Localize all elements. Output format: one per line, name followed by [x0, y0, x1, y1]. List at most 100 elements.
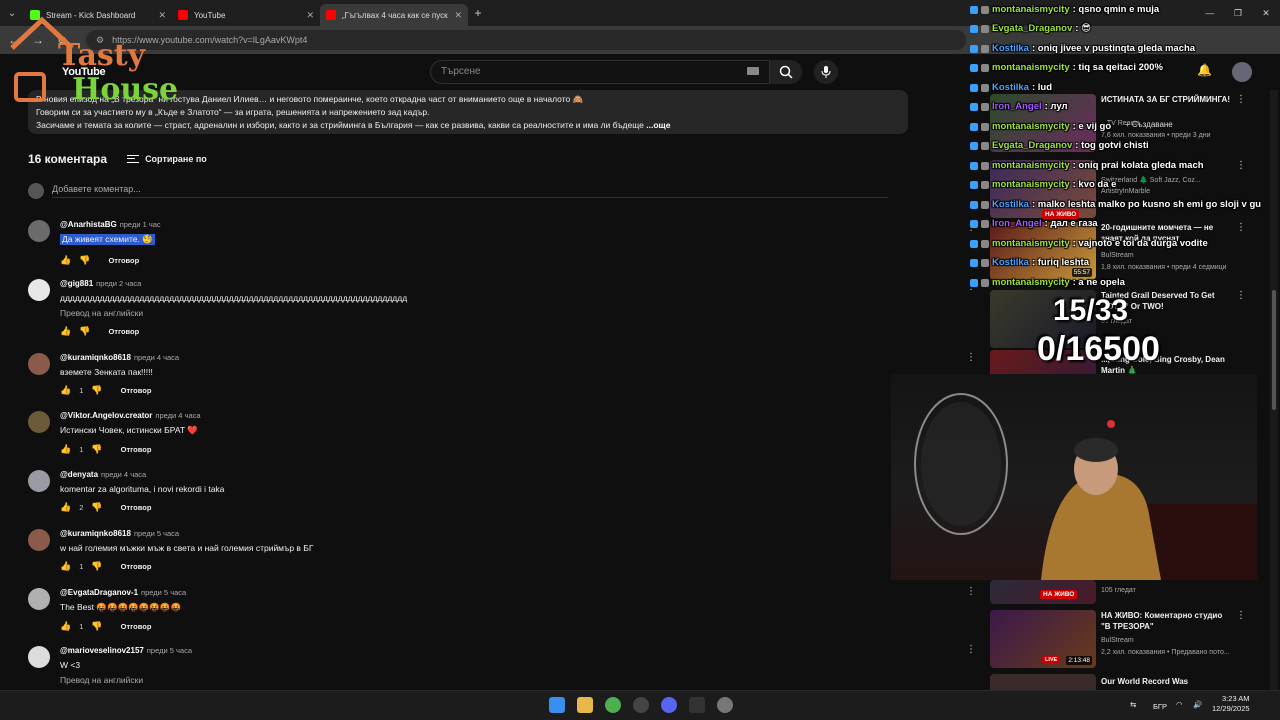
reply-button[interactable]: Отговор [121, 386, 152, 395]
reply-button[interactable]: Отговор [121, 562, 152, 571]
close-tab-icon[interactable]: ✕ [306, 10, 314, 21]
wifi-icon[interactable]: ◠ [1176, 700, 1183, 709]
discord-icon[interactable] [661, 697, 677, 713]
network-icon[interactable]: ⇆ [1130, 700, 1136, 709]
video-thumbnail[interactable]: НА ЖИВО [990, 580, 1096, 604]
comment-author[interactable]: @marioveselinov2157 [60, 646, 144, 655]
dislike-icon[interactable]: 👎 [79, 326, 90, 337]
reply-button[interactable]: Отговор [108, 327, 139, 336]
comment-author[interactable]: @kuramiqnko8618 [60, 353, 131, 362]
like-icon[interactable]: 👍 [60, 502, 71, 513]
file-explorer-icon[interactable] [577, 697, 593, 713]
video-title[interactable]: ИСТИНАТА ЗА БГ СТРИЙМИНГА! [1101, 94, 1233, 105]
avatar[interactable] [28, 279, 50, 301]
more-options-icon[interactable]: ⋮ [1236, 94, 1246, 105]
sort-button[interactable]: Сортиране по [127, 154, 207, 164]
keyboard-icon[interactable] [747, 67, 759, 75]
related-video[interactable]: НА ЖИВО 55:57 20-годишните момчета — не … [990, 210, 1246, 282]
comment-time[interactable]: преди 5 часа [141, 588, 186, 597]
add-comment-input[interactable]: Добавете коментар... [52, 184, 888, 198]
like-icon[interactable]: 👍 [60, 255, 71, 266]
comment-time[interactable]: преди 4 часа [101, 470, 146, 479]
translate-link[interactable]: Превод на английски [60, 675, 192, 685]
comment-time[interactable]: преди 5 часа [134, 529, 179, 538]
avatar[interactable] [28, 353, 50, 375]
like-icon[interactable]: 👍 [60, 385, 71, 396]
notifications-bell-icon[interactable]: 🔔 [1197, 63, 1212, 77]
like-icon[interactable]: 👍 [60, 621, 71, 632]
comment-time[interactable]: преди 5 часа [147, 646, 192, 655]
start-windows-icon[interactable] [549, 697, 565, 713]
close-window-icon[interactable]: ✕ [1252, 0, 1280, 26]
related-video[interactable]: Our World Record Was [990, 674, 1246, 690]
video-thumbnail[interactable] [990, 674, 1096, 690]
more-options-icon[interactable]: ⋮ [966, 644, 976, 655]
avatar[interactable] [28, 529, 50, 551]
video-channel[interactable]: BulStream [1101, 252, 1134, 259]
show-more-link[interactable]: ...още [646, 120, 670, 130]
like-icon[interactable]: 👍 [60, 444, 71, 455]
search-input[interactable]: Търсене [430, 60, 770, 84]
terminal-icon[interactable] [689, 697, 705, 713]
search-icon [779, 65, 793, 79]
comment-author[interactable]: @denyata [60, 470, 98, 479]
video-title[interactable]: НА ЖИВО: Коментарно студио "В ТРЕЗОРА" [1101, 610, 1233, 632]
translate-link[interactable]: Превод на английски [60, 308, 407, 318]
system-clock[interactable]: 3:23 AM 12/29/2025 [1212, 694, 1250, 714]
comment-time[interactable]: преди 4 часа [155, 411, 200, 420]
like-icon[interactable]: 👍 [60, 561, 71, 572]
page-scrollbar[interactable] [1270, 90, 1278, 690]
video-thumbnail[interactable]: LIVE 2:13:48 [990, 610, 1096, 668]
minimize-icon[interactable]: — [1196, 0, 1224, 26]
reply-button[interactable]: Отговор [121, 445, 152, 454]
video-channel[interactable]: BulStream [1101, 637, 1134, 644]
more-options-icon[interactable]: ⋮ [966, 352, 976, 363]
video-title[interactable]: Our World Record Was [1101, 676, 1233, 687]
more-options-icon[interactable]: ⋮ [1236, 290, 1246, 301]
avatar[interactable] [28, 646, 50, 668]
url-field[interactable]: ⚙ https://www.youtube.com/watch?v=lLgAav… [86, 30, 966, 50]
scrollbar-thumb[interactable] [1272, 290, 1276, 410]
like-icon[interactable]: 👍 [60, 326, 71, 337]
obs-icon[interactable] [633, 697, 649, 713]
reply-button[interactable]: Отговор [108, 256, 139, 265]
avatar[interactable] [28, 588, 50, 610]
language-indicator[interactable]: БГР [1153, 702, 1167, 711]
search-button[interactable] [770, 60, 802, 84]
video-thumbnail[interactable]: НА ЖИВО 55:57 [990, 210, 1096, 280]
close-tab-icon[interactable]: ✕ [454, 10, 462, 21]
account-avatar[interactable] [1232, 62, 1252, 82]
more-options-icon[interactable]: ⋮ [1236, 610, 1246, 621]
comment-time[interactable]: преди 4 часа [134, 353, 179, 362]
comment-author[interactable]: @Viktor.Angelov.creator [60, 411, 152, 420]
avatar[interactable] [28, 220, 50, 242]
volume-icon[interactable]: 🔊 [1193, 700, 1202, 709]
more-options-icon[interactable]: ⋮ [1236, 160, 1246, 171]
new-tab-button[interactable]: + [468, 6, 488, 20]
maximize-icon[interactable]: ❐ [1224, 0, 1252, 26]
more-options-icon[interactable]: ⋮ [1236, 222, 1246, 233]
settings-gear-icon[interactable] [717, 697, 733, 713]
tab-youtube[interactable]: YouTube ✕ [172, 4, 320, 26]
comment-author[interactable]: @gig881 [60, 279, 93, 288]
dislike-icon[interactable]: 👎 [91, 561, 102, 572]
related-video[interactable]: LIVE 2:13:48 НА ЖИВО: Коментарно студио … [990, 610, 1246, 670]
tab-youtube-video[interactable]: „Гъгълвах 4 часа как се пуска ✕ [320, 4, 468, 26]
comment-time[interactable]: преди 1 час [120, 220, 161, 229]
dislike-icon[interactable]: 👎 [91, 621, 102, 632]
comment-time[interactable]: преди 2 часа [96, 279, 141, 288]
chrome-icon[interactable] [605, 697, 621, 713]
dislike-icon[interactable]: 👎 [91, 385, 102, 396]
voice-search-button[interactable] [814, 60, 838, 84]
reply-button[interactable]: Отговор [121, 622, 152, 631]
comment-author[interactable]: @EvgataDraganov-1 [60, 588, 138, 597]
reply-button[interactable]: Отговор [121, 503, 152, 512]
dislike-icon[interactable]: 👎 [91, 444, 102, 455]
avatar[interactable] [28, 470, 50, 492]
comment-author[interactable]: @kuramiqnko8618 [60, 529, 131, 538]
avatar[interactable] [28, 411, 50, 433]
comment-author[interactable]: @AnarhistaBG [60, 220, 117, 229]
dislike-icon[interactable]: 👎 [79, 255, 90, 266]
more-options-icon[interactable]: ⋮ [966, 586, 976, 597]
dislike-icon[interactable]: 👎 [91, 502, 102, 513]
